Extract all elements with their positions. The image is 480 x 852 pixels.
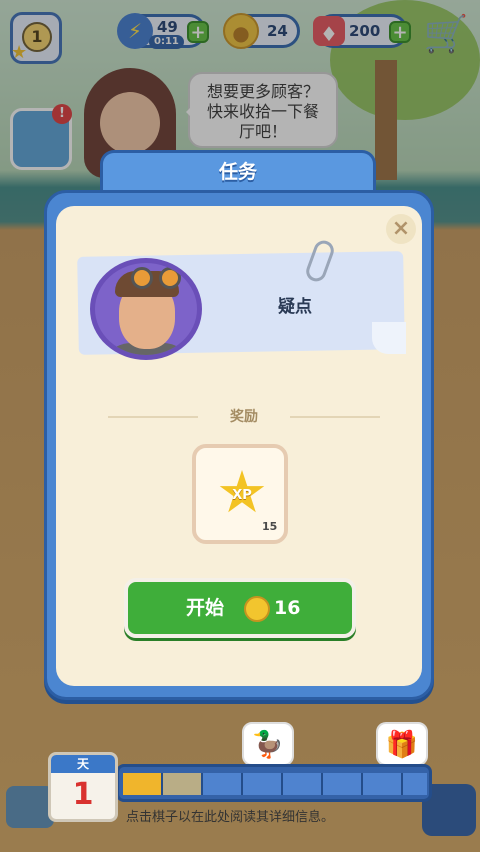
day-calendar: 天 1 [48, 752, 118, 822]
rewards-label: 奖励 [230, 409, 258, 425]
goggles-icon [131, 267, 153, 289]
xp-label: XP [232, 488, 252, 503]
progress-segment [403, 773, 427, 795]
divider-right [290, 416, 380, 418]
note-fold [372, 322, 406, 354]
coin-icon [244, 596, 270, 622]
progress-segment [283, 773, 323, 795]
start-label: 开始 [186, 597, 225, 619]
day-number: 1 [72, 777, 94, 812]
divider-left [108, 416, 198, 418]
start-cost: 16 [274, 597, 301, 619]
start-button[interactable]: 开始 16 [124, 578, 356, 638]
goggles-icon [159, 267, 181, 289]
progress-segment [163, 773, 203, 795]
day-progress-bar [116, 764, 432, 802]
task-name: 疑点 [278, 297, 312, 317]
progress-segment [323, 773, 363, 795]
day-label: 天 [76, 757, 89, 771]
xp-amount: 15 [262, 520, 278, 533]
progress-segment [363, 773, 403, 795]
dialog-title: 任务 [218, 161, 257, 183]
progress-segment [123, 773, 163, 795]
close-button[interactable]: × [386, 214, 416, 244]
progress-segment [243, 773, 283, 795]
reward-card: ★ XP 15 [192, 444, 288, 544]
duck-icon[interactable]: 🦆 [242, 722, 294, 766]
progress-segment [203, 773, 243, 795]
character-portrait [90, 258, 202, 360]
chest-icon[interactable]: 🎁 [376, 722, 428, 766]
